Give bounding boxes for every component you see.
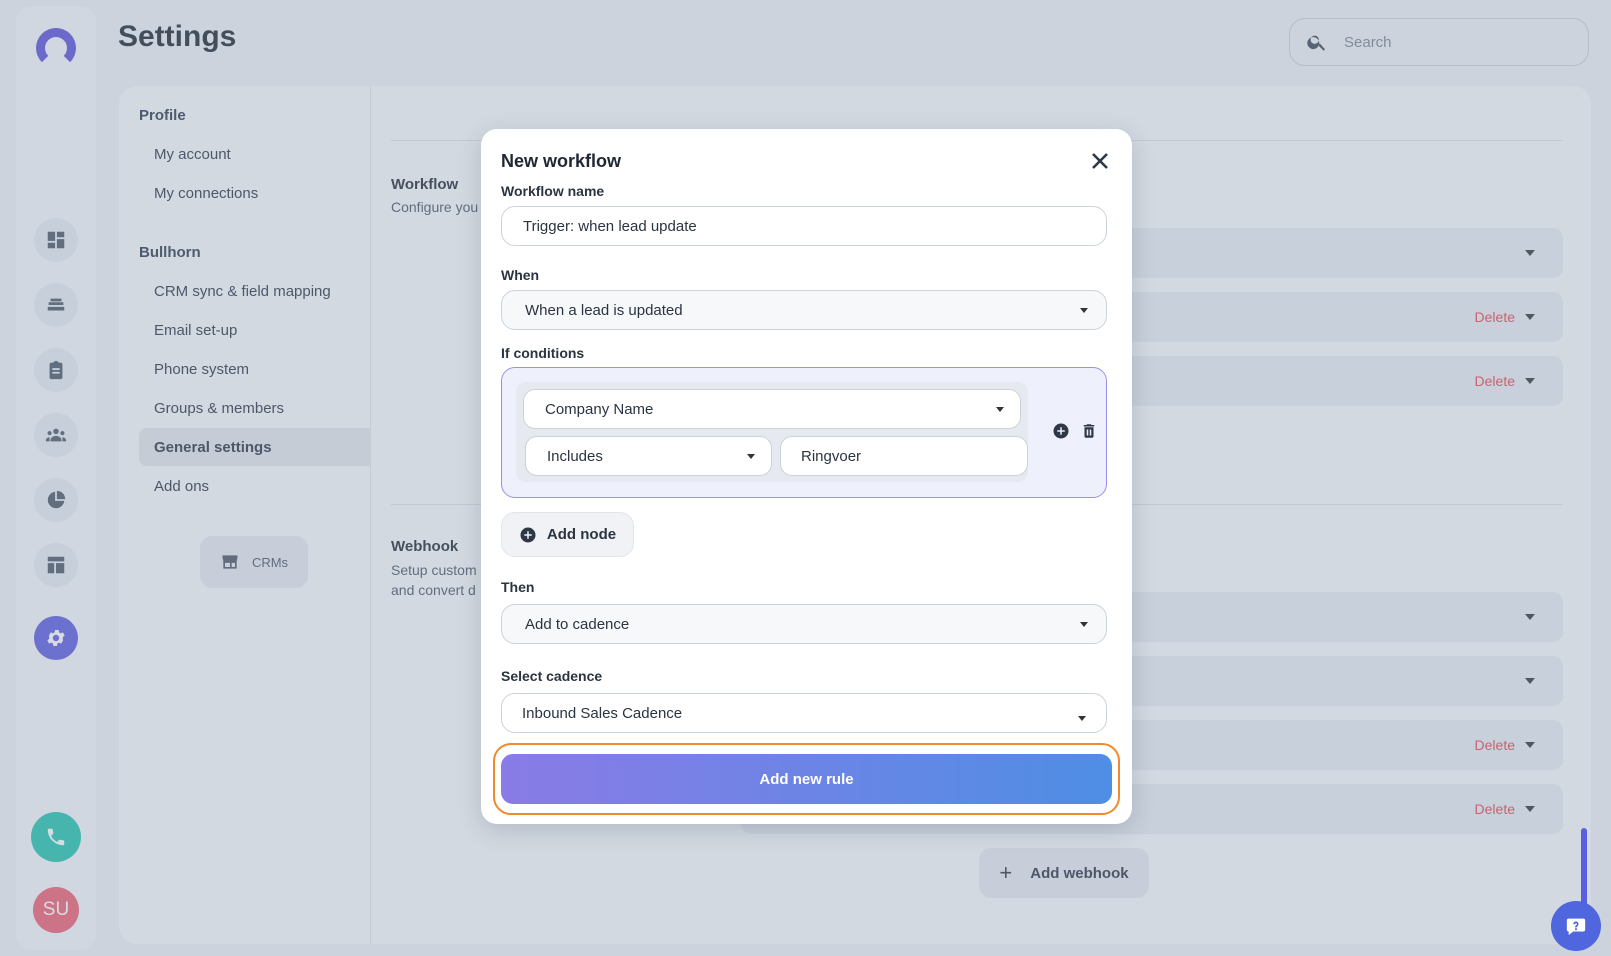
then-label: Then xyxy=(501,579,535,595)
condition-value-input[interactable]: Ringvoer xyxy=(780,436,1028,476)
if-conditions-label: If conditions xyxy=(501,345,585,361)
add-node-button[interactable]: Add node xyxy=(501,512,634,557)
chevron-down-icon xyxy=(1080,307,1088,313)
chat-help-icon xyxy=(1566,918,1586,936)
condition-field-select[interactable]: Company Name xyxy=(523,389,1021,429)
cadence-select-value: Inbound Sales Cadence xyxy=(522,704,683,722)
modal-title: New workflow xyxy=(501,151,622,171)
workflow-name-label: Workflow name xyxy=(501,183,605,199)
chevron-down-icon xyxy=(996,406,1004,412)
chevron-down-icon xyxy=(1078,716,1086,721)
trash-icon[interactable] xyxy=(1080,422,1098,440)
help-chat-button[interactable] xyxy=(1551,901,1601,951)
add-circle-icon[interactable] xyxy=(1052,422,1070,440)
condition-node: Company Name Includes Ringvoer xyxy=(516,382,1028,482)
condition-actions xyxy=(1052,422,1098,440)
when-label: When xyxy=(501,267,540,283)
add-circle-icon xyxy=(520,527,536,542)
condition-operator-value: Includes xyxy=(547,447,603,465)
add-node-label: Add node xyxy=(546,526,617,543)
add-new-rule-button[interactable]: Add new rule xyxy=(501,754,1112,804)
close-icon[interactable] xyxy=(1088,149,1112,173)
cadence-select[interactable]: Inbound Sales Cadence xyxy=(501,693,1107,733)
select-cadence-label: Select cadence xyxy=(501,668,603,684)
chevron-down-icon xyxy=(747,453,755,459)
condition-operator-select[interactable]: Includes xyxy=(525,436,772,476)
new-workflow-modal: New workflow Workflow name Trigger: when… xyxy=(481,129,1132,824)
chevron-down-icon xyxy=(1080,621,1088,627)
then-select[interactable]: Add to cadence xyxy=(501,604,1107,644)
workflow-name-input[interactable]: Trigger: when lead update xyxy=(501,206,1107,246)
when-select-value: When a lead is updated xyxy=(525,301,683,319)
condition-field-value: Company Name xyxy=(545,400,654,418)
then-select-value: Add to cadence xyxy=(525,615,630,633)
condition-group: Company Name Includes Ringvoer xyxy=(501,367,1107,498)
when-select[interactable]: When a lead is updated xyxy=(501,290,1107,330)
